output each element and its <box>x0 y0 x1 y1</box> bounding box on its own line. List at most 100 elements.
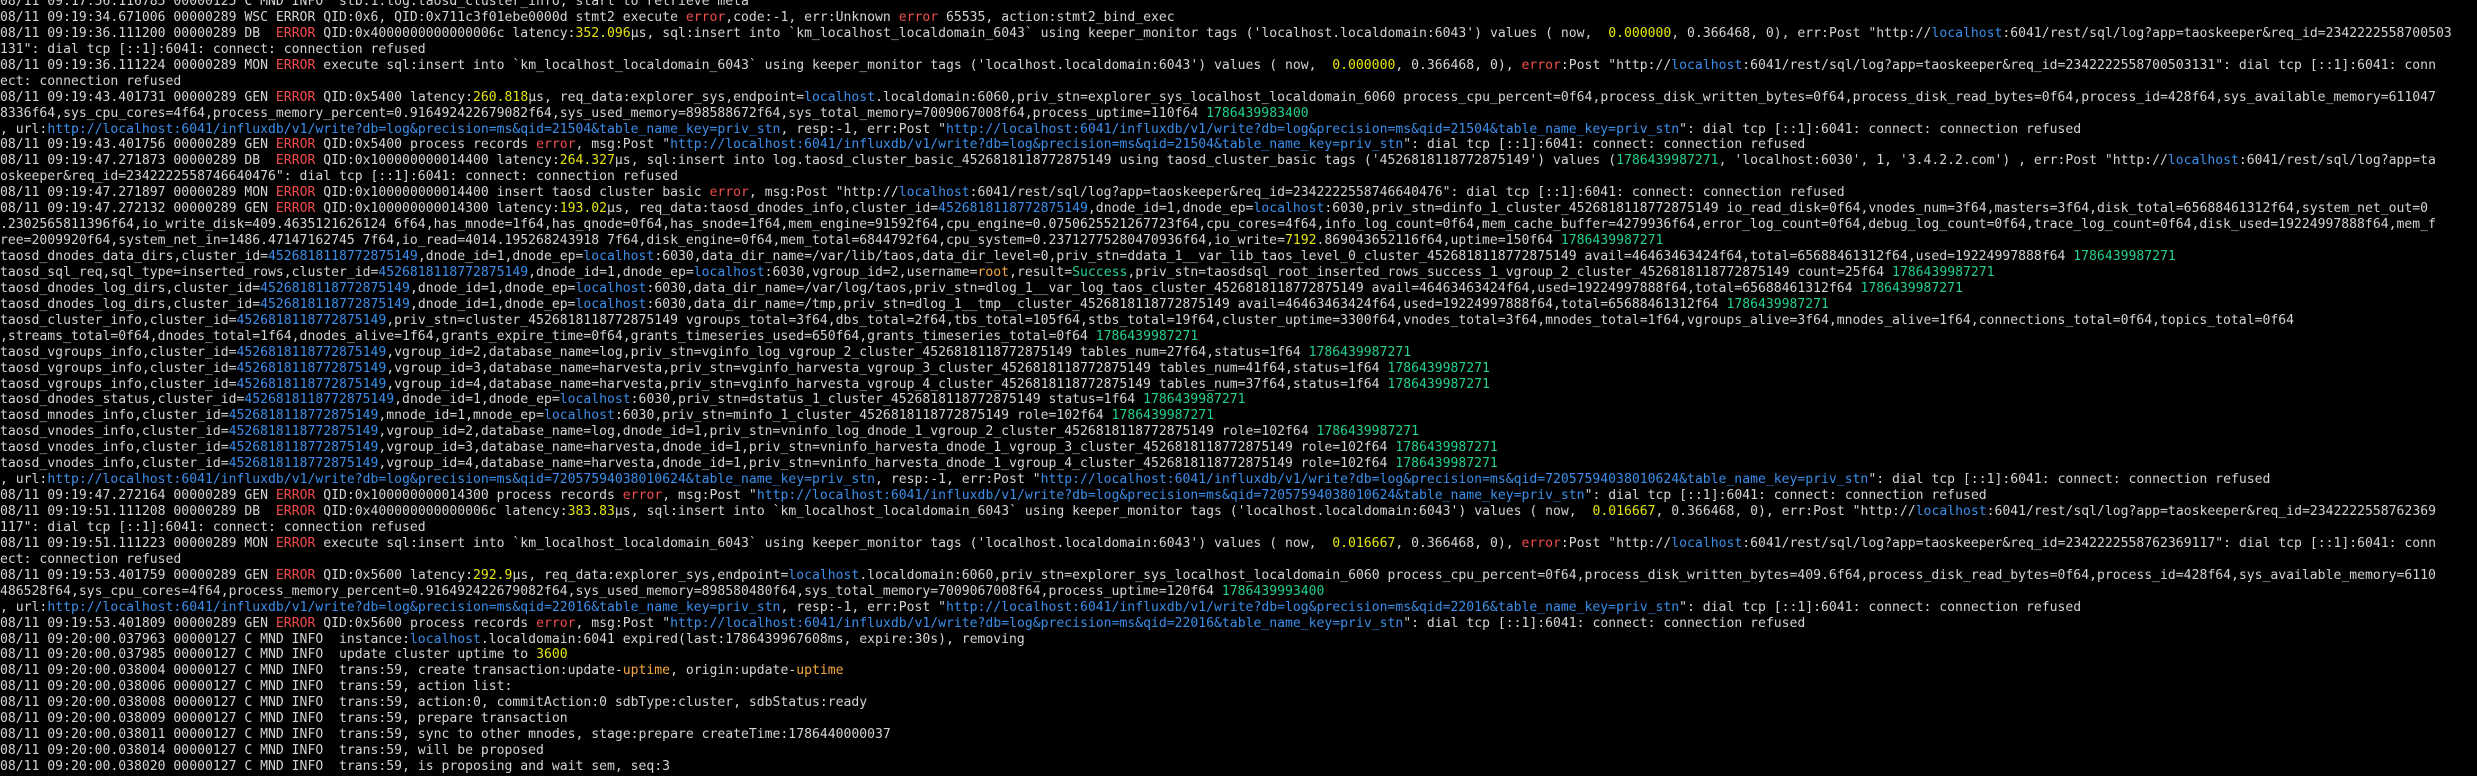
log-segment: 4526818118772875149 <box>236 376 387 392</box>
log-segment: , msg:Post " <box>575 615 671 631</box>
log-segment: ERROR <box>275 153 316 169</box>
log-segment: error <box>536 615 576 631</box>
terminal-line: 8336f64,sys_cpu_cores=4f64,process_memor… <box>0 106 2477 122</box>
terminal-line: 08/11 09:20:00.038020 00000127 C MND INF… <box>0 759 2477 775</box>
log-segment: taosd_vnodes_info,cluster_id= <box>0 440 229 456</box>
log-segment: taosd_vgroups_info,cluster_id= <box>0 344 237 360</box>
log-segment: , msg:Post "http:// <box>748 185 899 201</box>
log-segment: localhost <box>693 264 765 280</box>
terminal-line: 08/11 09:19:47.272132 00000289 GEN ERROR… <box>0 201 2477 217</box>
terminal-line: 08/11 09:20:00.038008 00000127 C MND INF… <box>0 695 2477 711</box>
log-segment: 1786439987271 <box>1111 408 1215 424</box>
log-segment: :6041/rest/sql/log?app=taoskeeper&req_id… <box>2002 25 2452 41</box>
log-segment: 4526818118772875149 <box>260 296 410 312</box>
log-segment: QID:0x400000000000006c latency: <box>315 504 568 519</box>
log-segment: error <box>709 185 749 201</box>
log-segment: taosd_dnodes_status,cluster_id= <box>0 392 245 408</box>
terminal-line: taosd_vnodes_info,cluster_id=45268181187… <box>0 456 2477 472</box>
log-segment: error <box>622 488 663 504</box>
log-segment: μs, sql:insert into log.taosd_cluster_ba… <box>614 153 1617 169</box>
log-segment: .localdomain:6060,priv_stn=explorer_sys_… <box>859 567 2436 583</box>
log-segment: 08/11 09:19:47.272164 00000289 GEN <box>0 488 276 504</box>
log-segment: , origin:update- <box>670 663 797 679</box>
log-segment: 4526818118772875149 <box>938 201 1088 217</box>
log-segment: ,priv_stn=cluster_4526818118772875149 vg… <box>386 312 2294 328</box>
log-segment: 4526818118772875149 <box>228 456 379 472</box>
log-segment: 08/11 09:20:00.038008 00000127 C MND INF… <box>0 695 868 711</box>
log-segment: 08/11 09:19:53.401809 00000289 GEN <box>0 615 276 631</box>
log-segment: 08/11 09:19:36.111200 00000289 DB <box>0 25 276 41</box>
log-segment: ,vgroup_id=2,database_name=log,priv_stn=… <box>386 344 1309 360</box>
log-segment: ERROR <box>275 504 316 519</box>
terminal-line: 08/11 09:20:00.038009 00000127 C MND INF… <box>0 711 2477 727</box>
log-segment: ,vgroup_id=3,database_name=harvesta,priv… <box>386 360 1388 376</box>
log-segment: localhost <box>575 280 647 296</box>
log-segment: μs, req_data:explorer_sys,endpoint= <box>512 567 789 583</box>
log-segment: 08/11 09:20:00.038014 00000127 C MND INF… <box>0 743 544 759</box>
log-segment: 352.096 <box>575 25 631 41</box>
log-segment: ": dial tcp [::1]:6041: connect: connect… <box>1584 488 1987 504</box>
log-segment: 4526818118772875149 <box>236 360 387 376</box>
terminal-line: 08/11 09:19:36.111224 00000289 MON ERROR… <box>0 58 2477 74</box>
log-segment: ": dial tcp [::1]:6041: connect: connect… <box>1679 121 2082 137</box>
log-segment: error <box>1521 57 1561 73</box>
log-segment: taosd_dnodes_log_dirs,cluster_id= <box>0 280 261 296</box>
log-segment: ,mnode_id=1,mnode_ep= <box>378 408 544 424</box>
log-segment: ect: connection refused <box>0 551 182 567</box>
terminal-line: ect: connection refused <box>0 552 2477 568</box>
log-segment: uptime <box>622 663 671 679</box>
log-segment: ERROR <box>275 535 316 551</box>
log-segment: localhost <box>543 408 615 424</box>
log-segment: 08/11 09:19:51.111223 00000289 MON <box>0 535 276 551</box>
log-segment: oskeeper&req_id=2342222558746640476": di… <box>0 169 678 185</box>
terminal-line: taosd_mnodes_info,cluster_id=45268181187… <box>0 408 2477 424</box>
log-segment: ": dial tcp [::1]:6041: connect: connect… <box>1403 615 1806 631</box>
terminal-line: 117": dial tcp [::1]:6041: connect: conn… <box>0 520 2477 536</box>
log-segment: taosd_cluster_info,cluster_id= <box>0 312 237 328</box>
log-segment: 1786439987271 <box>1616 153 1719 169</box>
log-segment: :Post "http:// <box>1560 57 1672 73</box>
log-segment: localhost <box>409 631 481 647</box>
log-segment: 4526818118772875149 <box>228 408 379 424</box>
log-segment: ,dnode_id=1,dnode_ep= <box>417 249 584 264</box>
log-segment: 4526818118772875149 <box>236 344 387 360</box>
terminal-line: 08/11 09:20:00.037985 00000127 C MND INF… <box>0 647 2477 663</box>
log-segment: QID:0x5400 process records <box>315 137 537 153</box>
log-segment: execute sql:insert into `km_localhost_lo… <box>315 535 1333 551</box>
log-segment: 65535, action:stmt2_bind_exec <box>938 9 1175 25</box>
log-segment: localhost <box>1253 201 1325 217</box>
log-segment: 4526818118772875149 <box>228 424 379 440</box>
log-segment: 4526818118772875149 <box>236 312 387 328</box>
terminal-line: ect: connection refused <box>0 74 2477 90</box>
log-segment: execute sql:insert into `km_localhost_lo… <box>315 57 1333 73</box>
log-segment: taosd_sql_req,sql_type=inserted_rows,clu… <box>0 264 379 280</box>
terminal-line: 486528f64,sys_cpu_cores=4f64,process_mem… <box>0 584 2477 600</box>
terminal-line: .2302565811396f64,io_write_disk=409.4635… <box>0 217 2477 233</box>
log-segment: http://localhost:6041/influxdb/v1/write?… <box>756 488 1585 504</box>
log-segment: , 'localhost:6030', 1, '3.4.2.2.com') , … <box>1718 153 2168 169</box>
terminal-output[interactable]: 08/11 09:17:56.116785 00000125 C MND INF… <box>0 0 2477 776</box>
log-segment: ERROR <box>275 615 316 631</box>
log-segment: .localdomain:6060,priv_stn=explorer_sys_… <box>875 89 2436 105</box>
log-segment: 08/11 09:19:47.271873 00000289 DB <box>0 153 276 169</box>
log-segment: 4526818118772875149 <box>244 392 395 408</box>
log-segment: http://localhost:6041/influxdb/v1/write?… <box>1040 472 1869 488</box>
log-segment: 08/11 09:19:47.272132 00000289 GEN <box>0 201 276 217</box>
log-segment: localhost <box>2167 153 2239 169</box>
log-segment: 292.9 <box>473 567 513 583</box>
log-segment: 08/11 09:19:51.111208 00000289 DB <box>0 504 276 519</box>
log-segment: ,streams_total=0f64,dnodes_total=1f64,dn… <box>0 328 1096 344</box>
log-segment: 1786439987271 <box>1726 296 1829 312</box>
log-segment: error <box>898 9 939 25</box>
log-segment: 1786439987271 <box>1395 456 1498 472</box>
log-segment: , 0.366468, 0), err:Post "http:// <box>1671 25 1932 41</box>
log-segment: taosd_vgroups_info,cluster_id= <box>0 360 237 376</box>
log-segment: QID:0x5600 latency: <box>315 567 474 583</box>
terminal-line: 08/11 09:19:47.271873 00000289 DB ERROR … <box>0 153 2477 169</box>
log-segment: 1786439987271 <box>1316 424 1419 440</box>
log-segment: :6030,data_dir_name=/var/lib/taos,data_d… <box>654 249 2074 264</box>
log-segment: 260.818 <box>473 89 529 105</box>
log-segment: , url: <box>0 472 48 488</box>
log-segment: localhost <box>1671 57 1743 73</box>
log-segment: taosd_dnodes_log_dirs,cluster_id= <box>0 296 261 312</box>
